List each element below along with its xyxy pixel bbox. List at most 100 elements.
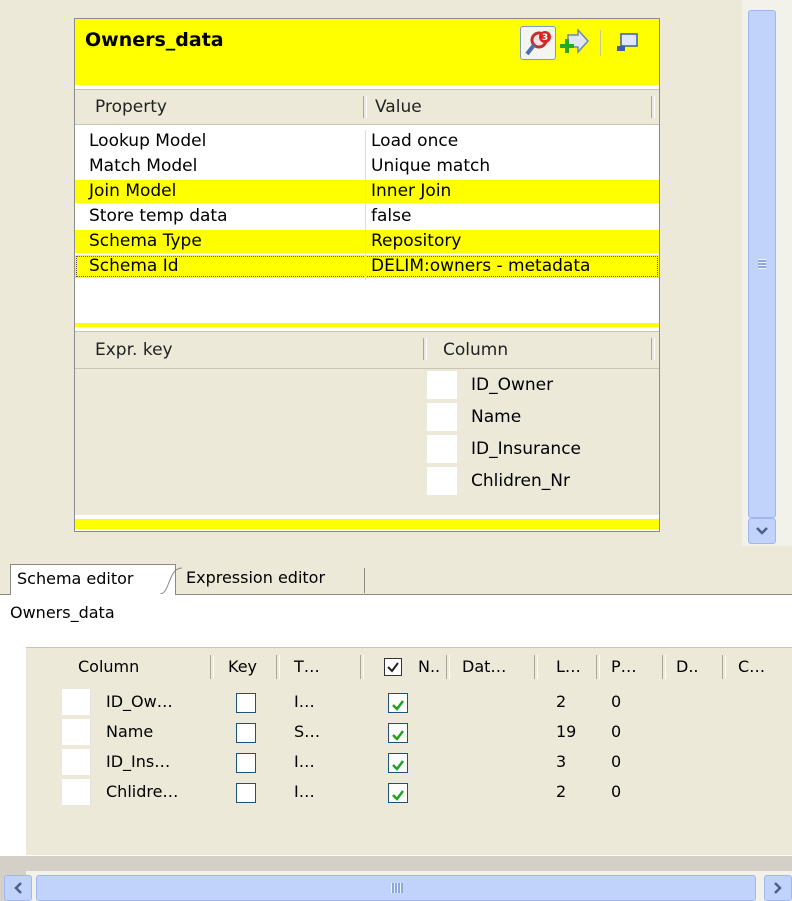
header-precision[interactable]: P… bbox=[611, 648, 637, 686]
header-length[interactable]: L… bbox=[556, 648, 581, 686]
schema-precision[interactable]: 0 bbox=[611, 777, 621, 807]
schema-precision[interactable]: 0 bbox=[611, 717, 621, 747]
vertical-scrollbar[interactable] bbox=[742, 0, 792, 546]
nullable-select-all-checkbox[interactable] bbox=[384, 658, 402, 676]
property-row-match-model[interactable]: Match Model Unique match bbox=[75, 155, 659, 178]
key-checkbox[interactable] bbox=[236, 783, 256, 803]
key-checkbox[interactable] bbox=[236, 753, 256, 773]
expression-header: Expr. key Column bbox=[75, 331, 659, 369]
nullable-checkbox[interactable] bbox=[388, 693, 408, 713]
schema-row[interactable]: Chlidre… I… 2 0 bbox=[26, 777, 792, 807]
schema-column-name[interactable]: ID_Ow… bbox=[106, 687, 173, 717]
schema-type[interactable]: I… bbox=[294, 777, 315, 807]
key-checkbox[interactable] bbox=[236, 723, 256, 743]
property-row-schema-type[interactable]: Schema Type Repository bbox=[75, 230, 659, 253]
expr-key-cell[interactable] bbox=[427, 435, 457, 463]
schema-length[interactable]: 3 bbox=[556, 747, 566, 777]
property-row-lookup-model[interactable]: Lookup Model Load once bbox=[75, 130, 659, 153]
lookup-title: Owners_data bbox=[85, 29, 224, 51]
chevron-down-icon bbox=[756, 527, 768, 535]
schema-editor-area: Schema editor Expression editor Owners_d… bbox=[0, 546, 792, 901]
nullable-checkbox[interactable] bbox=[388, 723, 408, 743]
header-value[interactable]: Value bbox=[375, 90, 422, 124]
scroll-right-button[interactable] bbox=[764, 875, 792, 901]
nullable-checkbox[interactable] bbox=[388, 753, 408, 773]
header-date-pattern[interactable]: Dat… bbox=[462, 648, 506, 686]
lookup-title-bar[interactable]: Owners_data 3 bbox=[75, 19, 659, 85]
row-handle[interactable] bbox=[62, 749, 91, 775]
chevron-left-icon bbox=[14, 882, 22, 894]
header-key[interactable]: Key bbox=[228, 648, 257, 686]
column-name: ID_Owner bbox=[471, 375, 554, 395]
property-value[interactable]: DELIM:owners - metadata bbox=[371, 255, 590, 278]
property-value[interactable]: false bbox=[371, 205, 411, 228]
property-row-join-model[interactable]: Join Model Inner Join bbox=[75, 180, 659, 203]
scroll-down-button[interactable] bbox=[748, 518, 776, 544]
tab-expression-editor[interactable]: Expression editor bbox=[180, 564, 331, 593]
schema-row[interactable]: ID_Ow… I… 2 0 bbox=[26, 687, 792, 717]
header-property[interactable]: Property bbox=[95, 90, 167, 124]
schema-row[interactable]: Name S… 19 0 bbox=[26, 717, 792, 747]
header-column[interactable]: Column bbox=[78, 648, 139, 686]
property-name: Join Model bbox=[89, 181, 177, 201]
nullable-checkbox[interactable] bbox=[388, 783, 408, 803]
header-expr-key[interactable]: Expr. key bbox=[95, 332, 173, 368]
expr-key-cell[interactable] bbox=[427, 403, 457, 431]
property-row-schema-id[interactable]: Schema Id DELIM:owners - metadata bbox=[75, 255, 659, 278]
vertical-scroll-thumb[interactable] bbox=[748, 10, 776, 518]
header-separator bbox=[446, 655, 450, 679]
schema-length[interactable]: 19 bbox=[556, 717, 576, 747]
property-value[interactable]: Unique match bbox=[371, 155, 490, 178]
lookup-properties-button[interactable]: 3 bbox=[520, 26, 556, 60]
property-name: Lookup Model bbox=[89, 131, 207, 151]
header-separator bbox=[651, 96, 655, 118]
header-separator bbox=[363, 96, 367, 118]
header-type[interactable]: T… bbox=[294, 648, 320, 686]
row-handle[interactable] bbox=[62, 719, 91, 745]
window-minimize-icon bbox=[617, 33, 638, 51]
header-column[interactable]: Column bbox=[443, 332, 508, 368]
schema-table-header: Column Key T… N.. Dat… L… P… D.. C… bbox=[26, 647, 792, 687]
magnifier-badge-icon: 3 bbox=[525, 31, 551, 56]
checkmark-icon bbox=[392, 790, 404, 801]
arrow-plus-icon bbox=[560, 29, 590, 54]
header-nullable[interactable]: N.. bbox=[418, 648, 440, 686]
column-divider bbox=[365, 130, 366, 280]
schema-column-name[interactable]: Name bbox=[106, 717, 153, 747]
row-handle[interactable] bbox=[62, 779, 91, 805]
property-value[interactable]: Load once bbox=[371, 130, 458, 153]
section-divider bbox=[75, 323, 659, 327]
key-checkbox[interactable] bbox=[236, 693, 256, 713]
property-row-store-temp-data[interactable]: Store temp data false bbox=[75, 205, 659, 228]
checkmark-icon bbox=[392, 760, 404, 771]
lookup-badge-count: 3 bbox=[542, 33, 548, 43]
tab-schema-editor[interactable]: Schema editor bbox=[10, 564, 176, 596]
expr-key-cell[interactable] bbox=[427, 467, 457, 495]
add-filter-button[interactable] bbox=[558, 27, 592, 59]
expr-key-cell[interactable] bbox=[427, 371, 457, 399]
horizontal-scroll-thumb[interactable] bbox=[36, 875, 756, 901]
editor-content: Owners_data Column Key T… N.. Dat… L… P…… bbox=[0, 595, 792, 901]
property-value[interactable]: Repository bbox=[371, 230, 461, 253]
schema-type[interactable]: I… bbox=[294, 747, 315, 777]
header-default[interactable]: D.. bbox=[676, 648, 699, 686]
row-handle[interactable] bbox=[62, 689, 91, 715]
schema-column-name[interactable]: Chlidre… bbox=[106, 777, 178, 807]
property-value[interactable]: Inner Join bbox=[371, 180, 451, 203]
scroll-left-button[interactable] bbox=[4, 875, 32, 901]
horizontal-scrollbar[interactable] bbox=[4, 871, 792, 901]
header-separator bbox=[360, 655, 364, 679]
schema-column-name[interactable]: ID_Ins… bbox=[106, 747, 170, 777]
lookup-table-panel[interactable]: Owners_data 3 Property Value Lookup Mode… bbox=[74, 18, 660, 532]
property-name: Match Model bbox=[89, 156, 198, 176]
schema-type[interactable]: S… bbox=[294, 717, 320, 747]
schema-length[interactable]: 2 bbox=[556, 777, 566, 807]
schema-type[interactable]: I… bbox=[294, 687, 315, 717]
schema-length[interactable]: 2 bbox=[556, 687, 566, 717]
schema-precision[interactable]: 0 bbox=[611, 687, 621, 717]
schema-precision[interactable]: 0 bbox=[611, 747, 621, 777]
schema-row[interactable]: ID_Ins… I… 3 0 bbox=[26, 747, 792, 777]
header-separator bbox=[276, 655, 280, 679]
minimize-button[interactable] bbox=[611, 27, 645, 59]
header-comment[interactable]: C… bbox=[738, 648, 765, 686]
